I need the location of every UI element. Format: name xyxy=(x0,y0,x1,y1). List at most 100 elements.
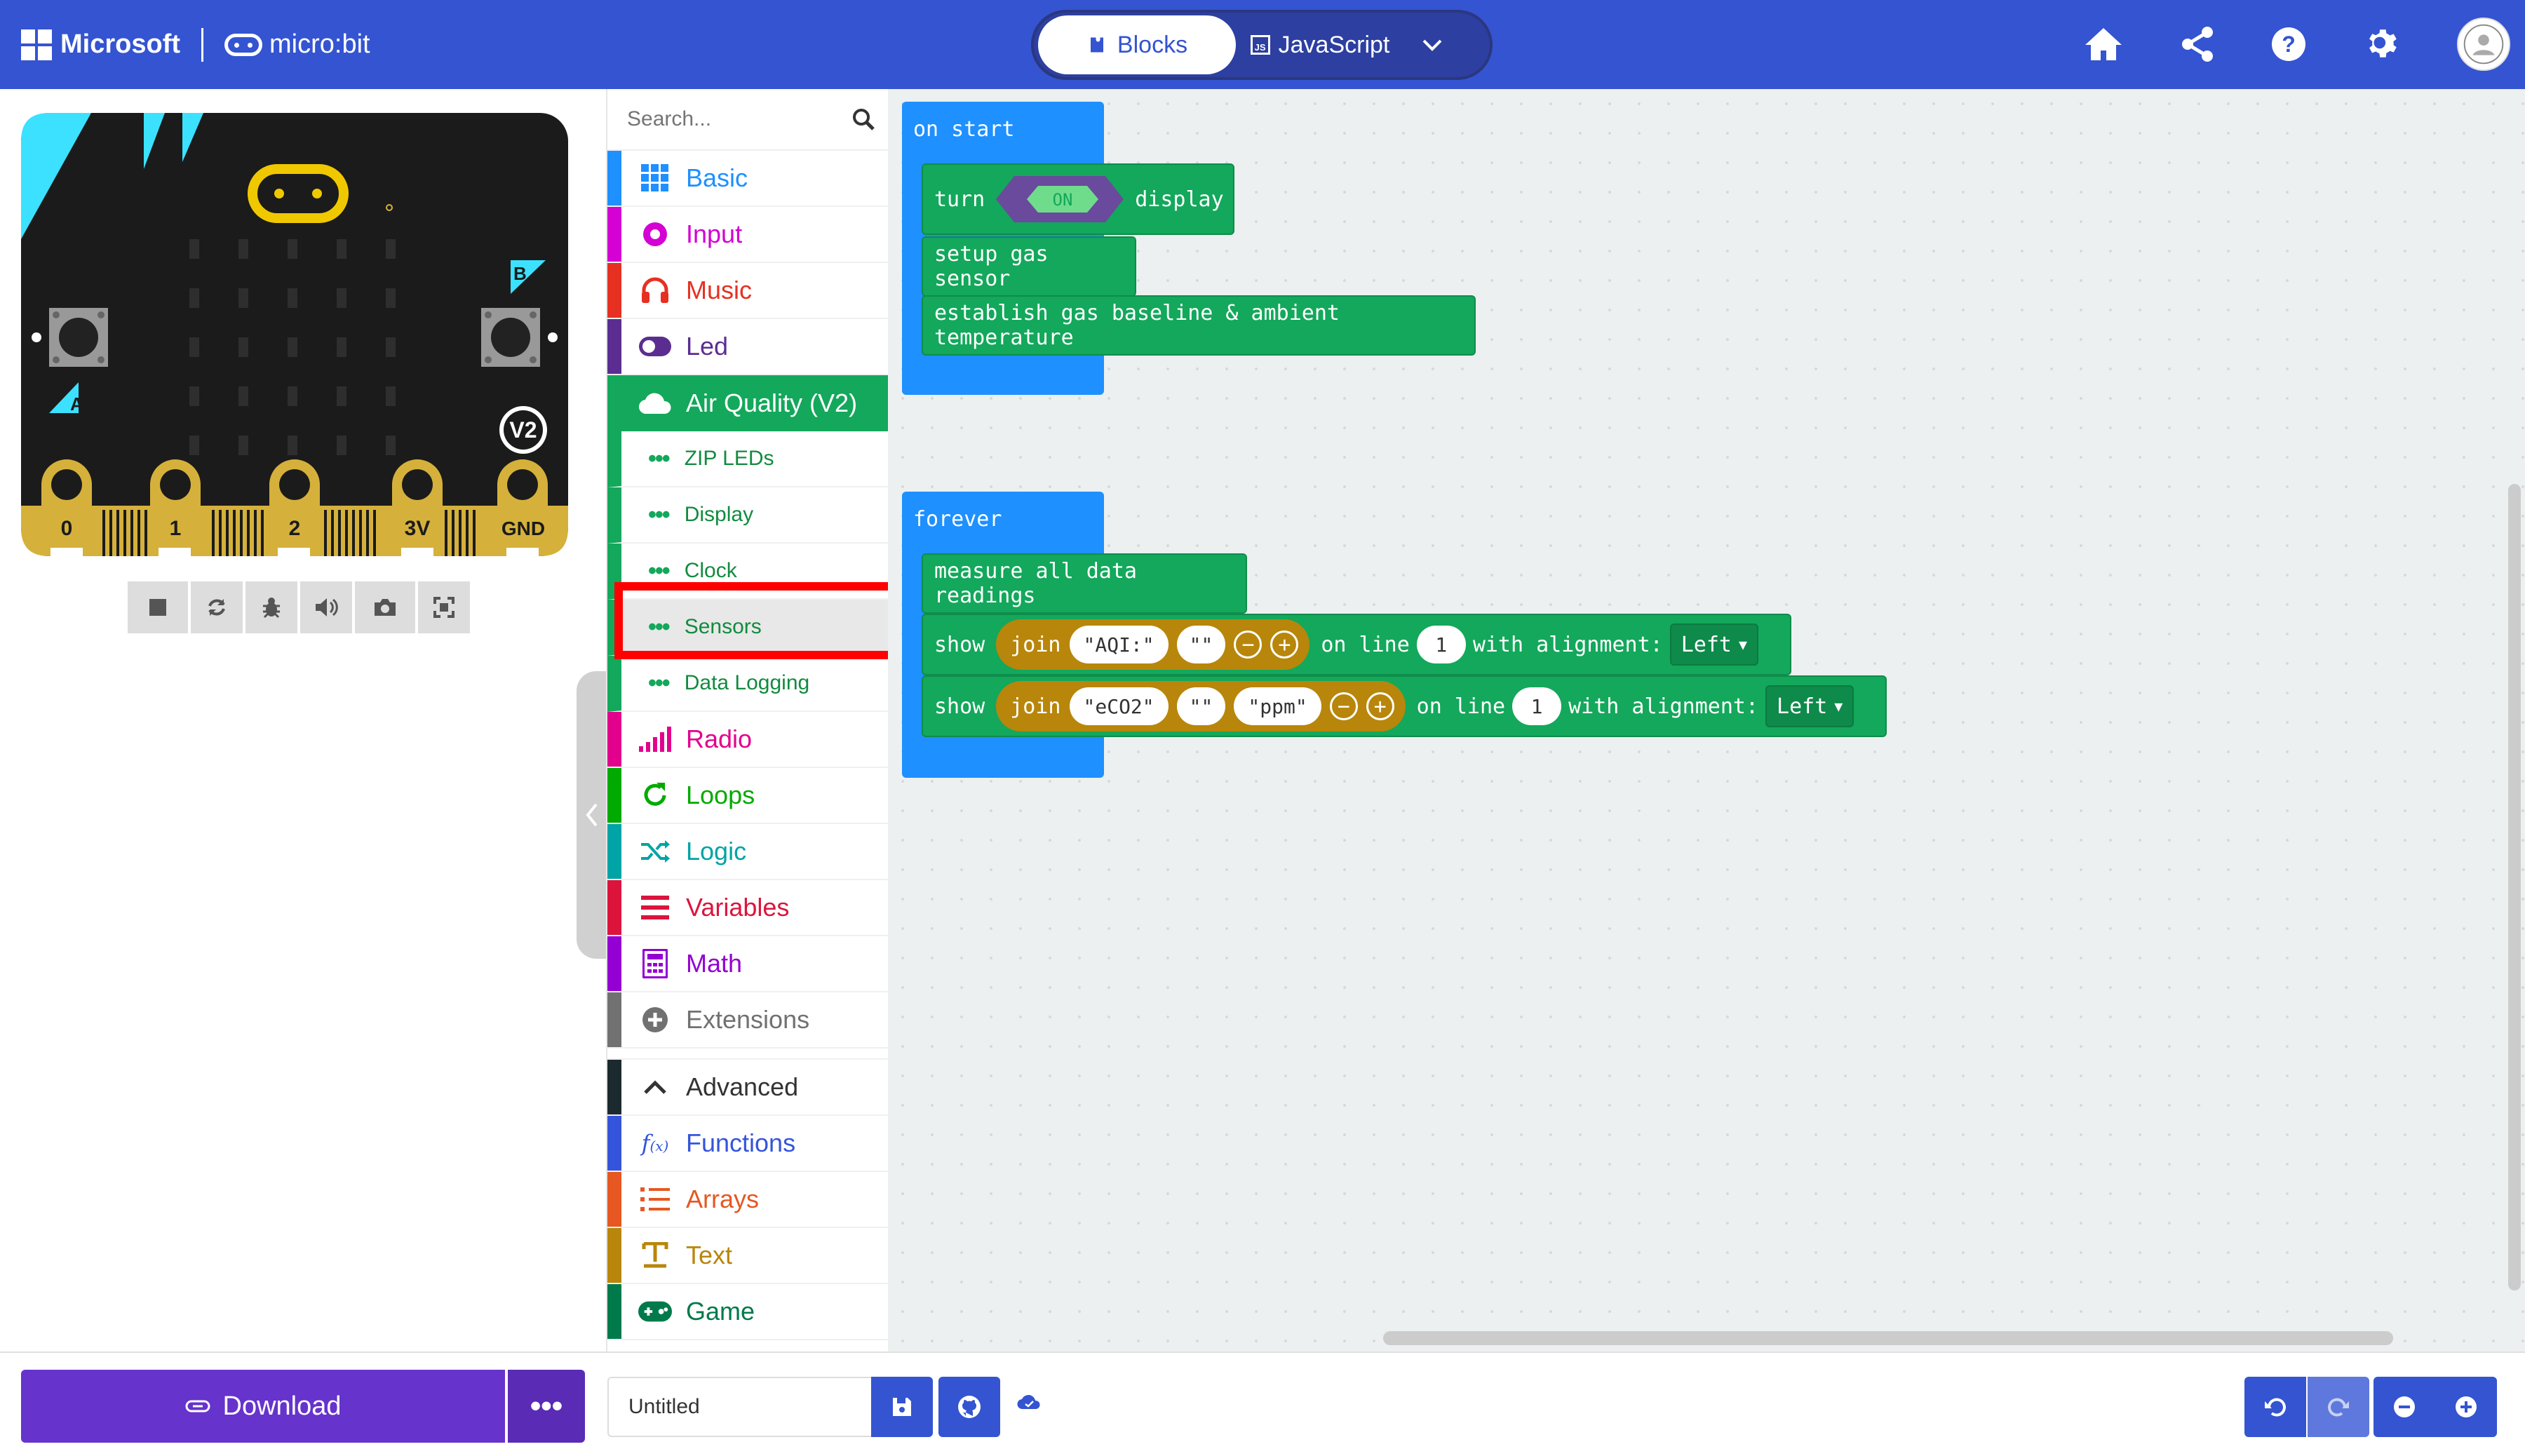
minus-circle-icon[interactable]: − xyxy=(1329,692,1358,720)
download-label: Download xyxy=(222,1391,342,1421)
plus-circle-icon[interactable]: + xyxy=(1366,692,1394,720)
show-aqi-block[interactable]: show join " AQI: " " " − + on line 1 with … xyxy=(922,614,1791,675)
string-ppm[interactable]: " ppm " xyxy=(1234,687,1321,725)
restart-button[interactable] xyxy=(191,581,243,633)
show-eco2-block[interactable]: show join " eCO2 " " " " ppm " − + on line 1… xyxy=(922,675,1887,737)
plus-circle-icon xyxy=(642,1007,668,1032)
category-text[interactable]: Text xyxy=(607,1228,888,1284)
undo-button[interactable] xyxy=(2244,1377,2306,1437)
svg-text:V2: V2 xyxy=(509,417,537,443)
redo-button[interactable] xyxy=(2308,1377,2369,1437)
category-loops[interactable]: Loops xyxy=(607,768,888,824)
line-number-input[interactable]: 1 xyxy=(1512,687,1562,725)
user-avatar[interactable] xyxy=(2455,15,2512,73)
category-functions[interactable]: f(x) Functions xyxy=(607,1116,888,1172)
blocks-workspace[interactable]: on start turn ON display setup gas senso… xyxy=(888,89,2525,1351)
subcategory-display[interactable]: ••• Display xyxy=(607,487,888,544)
category-input[interactable]: Input xyxy=(607,207,888,263)
subcategory-label: ZIP LEDs xyxy=(684,447,774,470)
vertical-scrollbar[interactable] xyxy=(2508,484,2521,1290)
establish-baseline-block[interactable]: establish gas baseline & ambient tempera… xyxy=(922,295,1476,356)
github-button[interactable] xyxy=(938,1377,1000,1437)
pin-3v: 3V xyxy=(405,517,431,540)
category-music[interactable]: Music xyxy=(607,263,888,319)
category-variables[interactable]: Variables xyxy=(607,880,888,936)
category-label: Extensions xyxy=(686,1005,810,1034)
home-button[interactable] xyxy=(2080,21,2127,67)
zoom-in-button[interactable] xyxy=(2435,1377,2497,1437)
fullscreen-icon xyxy=(433,597,454,618)
zoom-out-button[interactable] xyxy=(2374,1377,2435,1437)
debug-button[interactable] xyxy=(245,581,297,633)
alignment-label: with alignment: xyxy=(1568,694,1759,719)
category-logic[interactable]: Logic xyxy=(607,824,888,880)
plus-circle-icon[interactable]: + xyxy=(1270,631,1299,659)
category-game[interactable]: Game xyxy=(607,1284,888,1340)
more-options-button[interactable]: ••• xyxy=(508,1370,585,1443)
category-math[interactable]: Math xyxy=(607,936,888,992)
collapse-simulator-button[interactable] xyxy=(577,671,607,959)
mode-dropdown-button[interactable] xyxy=(1404,15,1460,74)
pin-0[interactable]: 0 xyxy=(61,517,73,540)
mute-button[interactable] xyxy=(300,581,352,633)
blocks-mode-button[interactable]: Blocks xyxy=(1038,15,1236,74)
microbit-board[interactable]: A B V2 0 1 2 3V GND xyxy=(21,113,568,556)
turn-display-block[interactable]: turn ON display xyxy=(922,163,1234,235)
category-basic[interactable]: Basic xyxy=(607,151,888,207)
blocks-mode-label: Blocks xyxy=(1117,31,1188,58)
fullscreen-button[interactable] xyxy=(418,581,470,633)
microsoft-label: Microsoft xyxy=(60,29,180,59)
category-arrays[interactable]: Arrays xyxy=(607,1172,888,1228)
string-eco2[interactable]: " eCO2 " xyxy=(1069,687,1169,725)
cloud-icon xyxy=(638,393,671,414)
category-label: Variables xyxy=(686,893,790,922)
category-advanced[interactable]: Advanced xyxy=(607,1060,888,1116)
javascript-mode-button[interactable]: JS JavaScript xyxy=(1236,15,1404,74)
pin-gnd: GND xyxy=(501,518,545,539)
search-icon[interactable] xyxy=(851,107,875,131)
share-button[interactable] xyxy=(2174,21,2221,67)
text-icon xyxy=(642,1242,668,1268)
minus-circle-icon[interactable]: − xyxy=(1234,631,1262,659)
download-button[interactable]: Download xyxy=(21,1370,505,1443)
category-radio[interactable]: Radio xyxy=(607,712,888,768)
stop-button[interactable] xyxy=(128,581,188,633)
pin-1[interactable]: 1 xyxy=(170,517,182,540)
join-block[interactable]: join " eCO2 " " " " ppm " − + xyxy=(996,681,1406,732)
bulleted-list-icon xyxy=(640,1187,670,1211)
category-led[interactable]: Led xyxy=(607,319,888,375)
save-button[interactable] xyxy=(871,1377,933,1437)
on-off-toggle[interactable]: ON xyxy=(995,175,1125,224)
settings-button[interactable] xyxy=(2359,21,2406,67)
horizontal-scrollbar[interactable] xyxy=(1383,1331,2393,1345)
category-air-quality[interactable]: Air Quality (V2) xyxy=(607,375,888,431)
show-label: show xyxy=(934,694,985,719)
simulator-controls xyxy=(128,581,470,635)
join-block[interactable]: join " AQI: " " " − + xyxy=(996,619,1310,670)
alignment-dropdown[interactable]: Left ▼ xyxy=(1765,685,1854,727)
on-line-label: on line xyxy=(1321,632,1410,657)
string-aqi[interactable]: " AQI: " xyxy=(1069,626,1169,663)
sound-icon xyxy=(316,598,338,616)
setup-gas-sensor-block[interactable]: setup gas sensor xyxy=(922,236,1136,297)
brand[interactable]: Microsoft micro:bit xyxy=(21,27,370,62)
string-space[interactable]: " " xyxy=(1176,626,1226,663)
search-input[interactable] xyxy=(627,107,851,131)
category-extensions[interactable]: Extensions xyxy=(607,992,888,1049)
string-space[interactable]: " " xyxy=(1176,687,1226,725)
project-name-input[interactable] xyxy=(607,1377,871,1437)
measure-readings-block[interactable]: measure all data readings xyxy=(922,553,1247,614)
help-button[interactable]: ? xyxy=(2265,21,2312,67)
subcategory-zip-leds[interactable]: ••• ZIP LEDs xyxy=(607,431,888,487)
join-label: join xyxy=(1010,694,1061,719)
list-lines-icon xyxy=(641,896,669,919)
puzzle-icon xyxy=(1090,37,1103,53)
simulator-panel: A B V2 0 1 2 3V GND xyxy=(0,89,607,1351)
alignment-dropdown[interactable]: Left ▼ xyxy=(1669,623,1759,666)
dots-icon: ••• xyxy=(648,445,671,472)
subcategory-data-logging[interactable]: ••• Data Logging xyxy=(607,656,888,712)
pin-2[interactable]: 2 xyxy=(289,517,301,540)
line-number-input[interactable]: 1 xyxy=(1416,626,1466,663)
screenshot-button[interactable] xyxy=(355,581,415,633)
subcategory-label: Data Logging xyxy=(684,671,810,694)
